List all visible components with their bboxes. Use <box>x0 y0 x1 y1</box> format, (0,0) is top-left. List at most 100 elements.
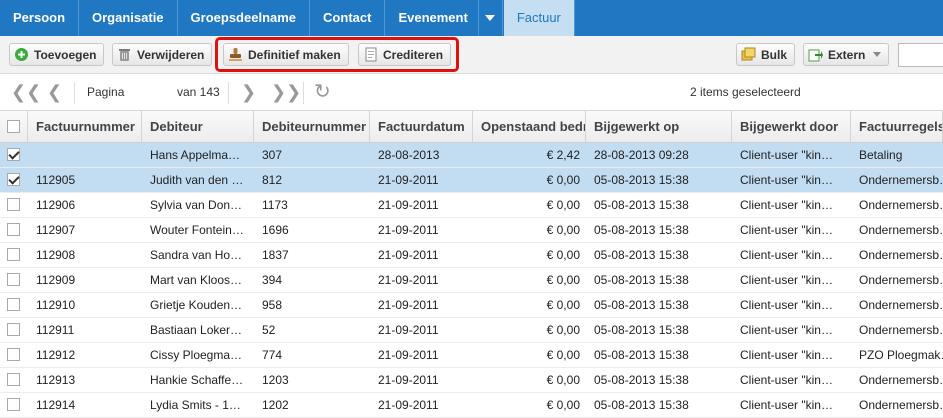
search-input[interactable] <box>898 43 943 67</box>
page-label: Pagina <box>87 85 125 99</box>
table-row[interactable]: 112913 Hankie Schaffe… 1203 21-09-2011 € 0,0… <box>0 368 943 393</box>
column-header-debiteur[interactable]: Debiteur <box>142 111 254 143</box>
row-checkbox[interactable] <box>7 273 20 287</box>
trash-icon <box>117 47 132 62</box>
updated-on-cell: 05-08-2013 15:38 <box>594 173 689 187</box>
updated-on-cell: 05-08-2013 15:38 <box>594 323 689 337</box>
pager-separator <box>74 82 75 104</box>
tab-persoon[interactable]: Persoon <box>0 0 80 36</box>
first-page-icon[interactable]: ❮❮ <box>11 74 41 111</box>
row-select-cell <box>0 293 28 317</box>
row-checkbox[interactable] <box>7 373 20 387</box>
selection-count: 2 items geselecteerd <box>690 85 801 99</box>
tab-evenement-label: Evenement <box>398 10 468 25</box>
highlight-box <box>215 37 459 72</box>
outstanding-amount-cell: € 0,00 <box>546 173 580 187</box>
chevron-down-icon <box>485 15 496 21</box>
updated-on-cell: 05-08-2013 15:38 <box>594 223 689 237</box>
updated-on-cell: 05-08-2013 15:38 <box>594 198 689 212</box>
tab-groepsdeelname[interactable]: Groepsdeelname <box>178 0 311 36</box>
table-row[interactable]: 112909 Mart van Kloos… 394 21-09-2011 € 0,00… <box>0 268 943 293</box>
column-header-factuurnummer[interactable]: Factuurnummer <box>28 111 142 143</box>
invoice-lines-cell: Ondernemersb… <box>859 223 943 237</box>
debtor-number-cell: 1696 <box>262 223 289 237</box>
row-checkbox[interactable] <box>7 223 20 237</box>
bulk-button-label: Bulk <box>761 47 788 62</box>
invoice-lines-cell: Ondernemersb… <box>859 398 943 412</box>
updated-on-cell: 05-08-2013 15:38 <box>594 373 689 387</box>
row-checkbox[interactable] <box>7 248 20 262</box>
debtor-cell: Mart van Kloos… <box>150 273 243 287</box>
debtor-number-cell: 1202 <box>262 398 289 412</box>
pager: ❮❮ ❮ Pagina van 143 ❯ ❯❯ ↻ 2 items gesel… <box>0 74 943 177</box>
invoice-lines-cell: Ondernemersb… <box>859 248 943 262</box>
debtor-number-cell: 774 <box>262 348 283 362</box>
invoice-date-cell: 21-09-2011 <box>378 348 439 362</box>
tab-contact[interactable]: Contact <box>310 0 386 36</box>
tab-evenement[interactable]: Evenement <box>385 0 503 36</box>
row-select-cell <box>0 143 28 167</box>
prev-page-icon[interactable]: ❮ <box>47 74 62 111</box>
updated-on-cell: 05-08-2013 15:38 <box>594 248 689 262</box>
refresh-icon[interactable]: ↻ <box>314 74 331 111</box>
row-checkbox[interactable] <box>7 348 20 362</box>
row-checkbox[interactable] <box>7 173 20 187</box>
invoice-date-cell: 28-08-2013 <box>378 148 440 162</box>
export-icon <box>808 47 823 62</box>
table-row[interactable]: 112905 Judith van den … 812 21-09-2011 € 0,0… <box>0 168 943 193</box>
column-header-openstaand[interactable]: Openstaand bedrag <box>473 111 586 143</box>
debtor-cell: Cissy Ploegma… <box>150 348 243 362</box>
bulk-button[interactable]: Bulk <box>736 43 796 66</box>
extern-button[interactable]: Extern <box>803 43 890 66</box>
row-checkbox[interactable] <box>7 398 20 412</box>
delete-button[interactable]: Verwijderen <box>112 43 213 66</box>
outstanding-amount-cell: € 0,00 <box>546 298 580 312</box>
updated-by-cell: Client-user "kin… <box>740 248 833 262</box>
row-checkbox[interactable] <box>7 298 20 312</box>
updated-by-cell: Client-user "kin… <box>740 173 833 187</box>
row-checkbox[interactable] <box>7 198 20 212</box>
row-checkbox[interactable] <box>7 323 20 337</box>
debtor-number-cell: 812 <box>262 173 283 187</box>
column-header-debiteurnummer[interactable]: Debiteurnummer <box>254 111 370 143</box>
table-row[interactable]: 112914 Lydia Smits - 1… 1202 21-09-2011 € 0,… <box>0 393 943 418</box>
invoice-lines-cell: Ondernemersb… <box>859 323 943 337</box>
select-all-checkbox[interactable] <box>7 120 20 134</box>
table-row[interactable]: 112912 Cissy Ploegma… 774 21-09-2011 € 0,00 0… <box>0 343 943 368</box>
table-row[interactable]: 112911 Bastiaan Loker… 52 21-09-2011 € 0,00 0… <box>0 318 943 343</box>
debtor-cell: Wouter Fontein… <box>150 223 244 237</box>
invoice-date-cell: 21-09-2011 <box>378 398 439 412</box>
invoice-number-cell: 112913 <box>36 373 76 387</box>
invoice-number-cell: 112911 <box>36 323 75 337</box>
invoice-number-cell: 112905 <box>36 173 76 187</box>
column-header-factuurregels[interactable]: Factuurregels <box>851 111 943 143</box>
add-button[interactable]: Toevoegen <box>9 43 105 66</box>
table-row[interactable]: 112908 Sandra van Ho… 1837 21-09-2011 € 0,00… <box>0 243 943 268</box>
invoice-lines-cell: PZO Ploegmak… <box>859 348 943 362</box>
invoice-date-cell: 21-09-2011 <box>378 298 439 312</box>
tab-dropdown-button[interactable] <box>477 0 502 36</box>
add-icon <box>14 47 29 62</box>
row-select-cell <box>0 343 28 367</box>
debtor-cell: Grietje Kouden… <box>150 298 243 312</box>
tab-organisatie[interactable]: Organisatie <box>79 0 178 36</box>
row-checkbox[interactable] <box>7 148 20 162</box>
table-row[interactable]: Hans Appelma… 307 28-08-2013 € 2,42 28-08-20… <box>0 143 943 168</box>
invoice-number-cell: 112908 <box>36 248 76 262</box>
invoice-number-cell: 112912 <box>36 348 76 362</box>
next-page-icon[interactable]: ❯ <box>241 74 256 111</box>
invoice-date-cell: 21-09-2011 <box>378 198 439 212</box>
column-header-bijgewerkt-op[interactable]: Bijgewerkt op <box>586 111 732 143</box>
invoice-date-cell: 21-09-2011 <box>378 248 439 262</box>
column-header-factuurdatum[interactable]: Factuurdatum <box>370 111 473 143</box>
row-select-cell <box>0 368 28 392</box>
table-row[interactable]: 112906 Sylvia van Don… 1173 21-09-2011 € 0,0… <box>0 193 943 218</box>
outstanding-amount-cell: € 0,00 <box>546 348 580 362</box>
last-page-icon[interactable]: ❯❯ <box>271 74 301 111</box>
column-header-bijgewerkt-door[interactable]: Bijgewerkt door <box>732 111 851 143</box>
row-select-cell <box>0 318 28 342</box>
tab-factuur[interactable]: Factuur <box>503 0 575 36</box>
table-row[interactable]: 112910 Grietje Kouden… 958 21-09-2011 € 0,00… <box>0 293 943 318</box>
outstanding-amount-cell: € 0,00 <box>546 273 580 287</box>
table-row[interactable]: 112907 Wouter Fontein… 1696 21-09-2011 € 0,0… <box>0 218 943 243</box>
